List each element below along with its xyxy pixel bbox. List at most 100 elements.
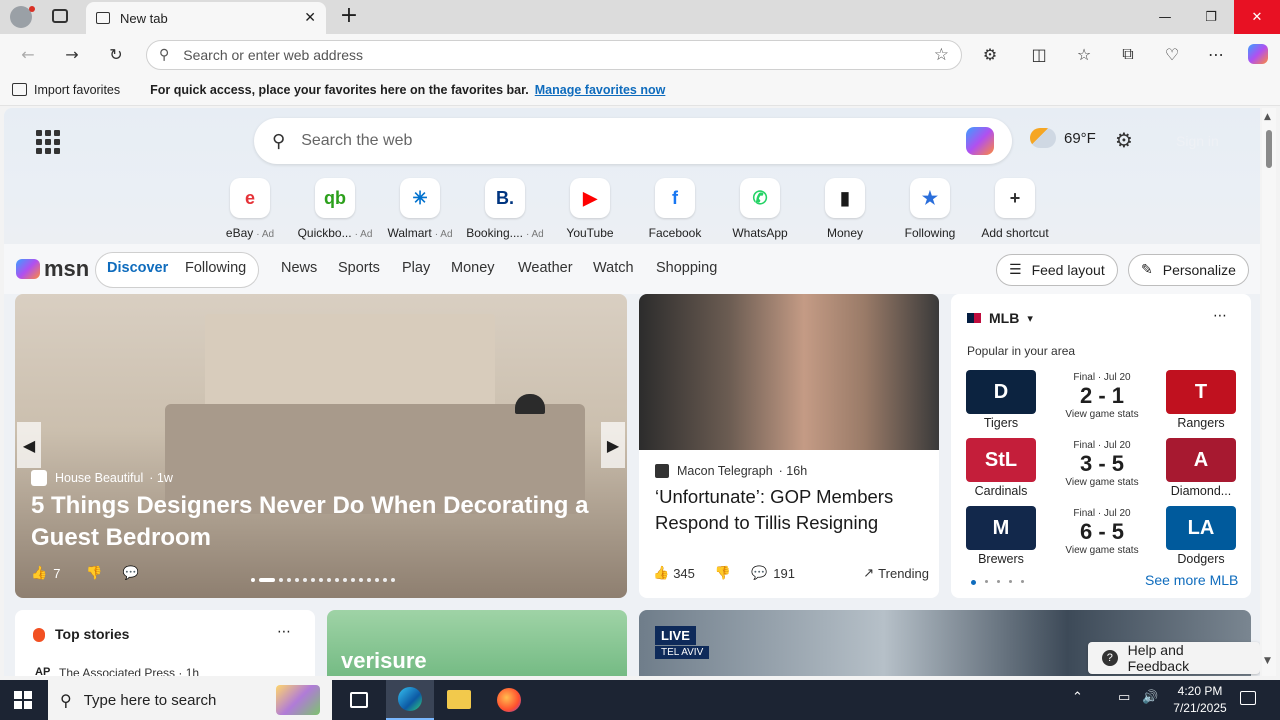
manage-favorites-link[interactable]: Manage favorites now [535,83,666,97]
weather-widget[interactable]: 69°F [1030,128,1096,148]
game-row[interactable]: D Tigers Final · Jul 20 2 - 1 View game stat… [966,370,1236,430]
new-tab-button[interactable]: + [336,4,362,30]
restore-button[interactable]: ❐ [1188,0,1234,34]
task-view-icon[interactable] [350,692,368,708]
scroll-thumb[interactable] [1266,130,1272,168]
close-tab-icon[interactable]: ✕ [304,10,316,26]
settings-gear-icon[interactable]: ⚙ [1115,128,1133,152]
nav-watch[interactable]: Watch [593,260,634,276]
windows-start-icon[interactable] [14,691,32,709]
feed-layout-button[interactable]: ☰ Feed layout [996,254,1118,286]
import-favorites-button[interactable]: Import favorites [34,83,120,97]
game-stats-link[interactable]: View game stats [1054,477,1150,488]
game-row[interactable]: StL Cardinals Final · Jul 20 3 - 5 View game… [966,438,1236,498]
game-stats-link[interactable]: View game stats [1054,545,1150,556]
nav-shopping[interactable]: Shopping [656,260,717,276]
more-menu-icon[interactable]: ⋯ [1202,40,1230,68]
tab-discover[interactable]: Discover [107,260,168,276]
shortcut-item[interactable]: B. Booking.... · Ad [462,178,548,240]
nav-money[interactable]: Money [451,260,495,276]
carousel-prev-button[interactable]: ◀ [17,422,41,468]
chevron-down-icon[interactable]: ▾ [1027,312,1033,325]
edge-taskbar-icon[interactable] [386,680,434,720]
browser-essentials-icon[interactable]: ♡ [1158,40,1186,68]
notifications-icon[interactable] [1240,691,1256,705]
shortcut-item[interactable]: e eBay · Ad [207,178,293,240]
story-headline[interactable]: 5 Things Designers Never Do When Decorat… [31,490,591,554]
taskbar-search[interactable]: ⚲ Type here to search [48,680,332,720]
shortcut-item[interactable]: ▶ YouTube [547,178,633,240]
volume-icon[interactable]: 🔊 [1142,690,1158,705]
like-icon[interactable]: 👍 [653,566,669,581]
firefox-icon[interactable] [497,688,521,712]
shortcut-item[interactable]: qb Quickbo... · Ad [292,178,378,240]
favorite-star-icon[interactable]: ☆ [934,45,949,65]
back-button[interactable]: ← [14,40,42,68]
web-search-input[interactable]: Search the web [301,132,966,150]
copilot-icon[interactable] [1244,40,1272,68]
tray-chevron-icon[interactable]: ⌃ [1072,690,1083,705]
pagination-dots[interactable] [971,580,1024,585]
shortcut-item[interactable]: ★ Following [887,178,973,240]
split-screen-icon[interactable]: ◫ [1025,40,1053,68]
story-headline[interactable]: ‘Unfortunate’: GOP Members Respond to Ti… [655,484,931,536]
story-source[interactable]: Macon Telegraph · 16h [655,464,807,478]
top-stories-title[interactable]: Top stories [55,626,129,642]
file-explorer-icon[interactable] [447,690,471,709]
tab-following[interactable]: Following [185,260,246,276]
tab-actions-icon[interactable] [52,9,68,23]
extensions-icon[interactable]: ⚙ [976,40,1004,68]
taskbar-search-input[interactable]: Type here to search [84,692,217,709]
more-options-icon[interactable]: ⋯ [1213,308,1227,324]
scroll-up-icon[interactable]: ▲ [1264,112,1271,122]
shortcut-item[interactable]: ✆ WhatsApp [717,178,803,240]
close-window-button[interactable]: ✕ [1234,0,1280,34]
personalize-button[interactable]: ✎ Personalize [1128,254,1249,286]
more-options-icon[interactable]: ⋯ [277,624,291,640]
address-input[interactable]: Search or enter web address [183,47,933,63]
help-feedback-button[interactable]: ? Help and Feedback [1088,642,1260,674]
game-stats-link[interactable]: View game stats [1054,409,1150,420]
sign-in-button[interactable]: Sign in [1176,133,1219,149]
shortcut-name: WhatsApp [732,226,788,240]
page-scrollbar[interactable]: ▲ ▼ [1262,108,1276,676]
comment-icon[interactable]: 💬 [123,566,139,581]
tab-new-tab[interactable]: New tab ✕ [86,2,326,34]
story-source[interactable]: House Beautiful · 1w [31,470,173,486]
game-row[interactable]: M Brewers Final · Jul 20 6 - 5 View game sta… [966,506,1236,566]
hero-story-card[interactable]: ◀ ▶ House Beautiful · 1w 5 Things Design… [15,294,627,598]
refresh-button[interactable]: ↻ [102,40,130,68]
story-actions: 👍 7 👎 💬 [31,566,139,581]
news-story-card[interactable]: Macon Telegraph · 16h ‘Unfortunate’: GOP… [639,294,939,598]
collections-icon[interactable]: ⧉ [1114,40,1142,68]
apps-launcher-icon[interactable] [36,130,60,154]
verisure-ad-card[interactable]: verisure [327,610,627,676]
clock-time[interactable]: 4:20 PM [1174,684,1226,698]
msn-logo[interactable]: msn [16,256,89,282]
comment-icon[interactable]: 💬 [751,566,767,581]
copilot-icon[interactable] [966,127,994,155]
forward-button[interactable]: → [58,40,86,68]
like-icon[interactable]: 👍 [31,566,47,581]
carousel-dots[interactable] [251,578,395,582]
nav-weather[interactable]: Weather [518,260,573,276]
mlb-header[interactable]: MLB ▾ [967,310,1033,326]
dislike-icon[interactable]: 👎 [86,566,102,581]
web-search-box[interactable]: ⚲ Search the web [254,118,1012,164]
scroll-down-icon[interactable]: ▼ [1264,656,1271,666]
dislike-icon[interactable]: 👎 [715,566,731,581]
nav-news[interactable]: News [281,260,317,276]
nav-sports[interactable]: Sports [338,260,380,276]
shortcut-item[interactable]: + Add shortcut [972,178,1058,240]
clock-date[interactable]: 7/21/2025 [1168,701,1232,715]
carousel-next-button[interactable]: ▶ [601,422,625,468]
nav-play[interactable]: Play [402,260,430,276]
network-icon[interactable]: ▭ [1118,690,1130,705]
address-bar[interactable]: ⚲ Search or enter web address ☆ [146,40,962,70]
shortcut-item[interactable]: ✳ Walmart · Ad [377,178,463,240]
favorites-icon[interactable]: ☆ [1070,40,1098,68]
see-more-mlb-link[interactable]: See more MLB [1145,572,1238,588]
minimize-button[interactable]: — [1142,0,1188,34]
shortcut-item[interactable]: ▮ Money [802,178,888,240]
shortcut-item[interactable]: f Facebook [632,178,718,240]
